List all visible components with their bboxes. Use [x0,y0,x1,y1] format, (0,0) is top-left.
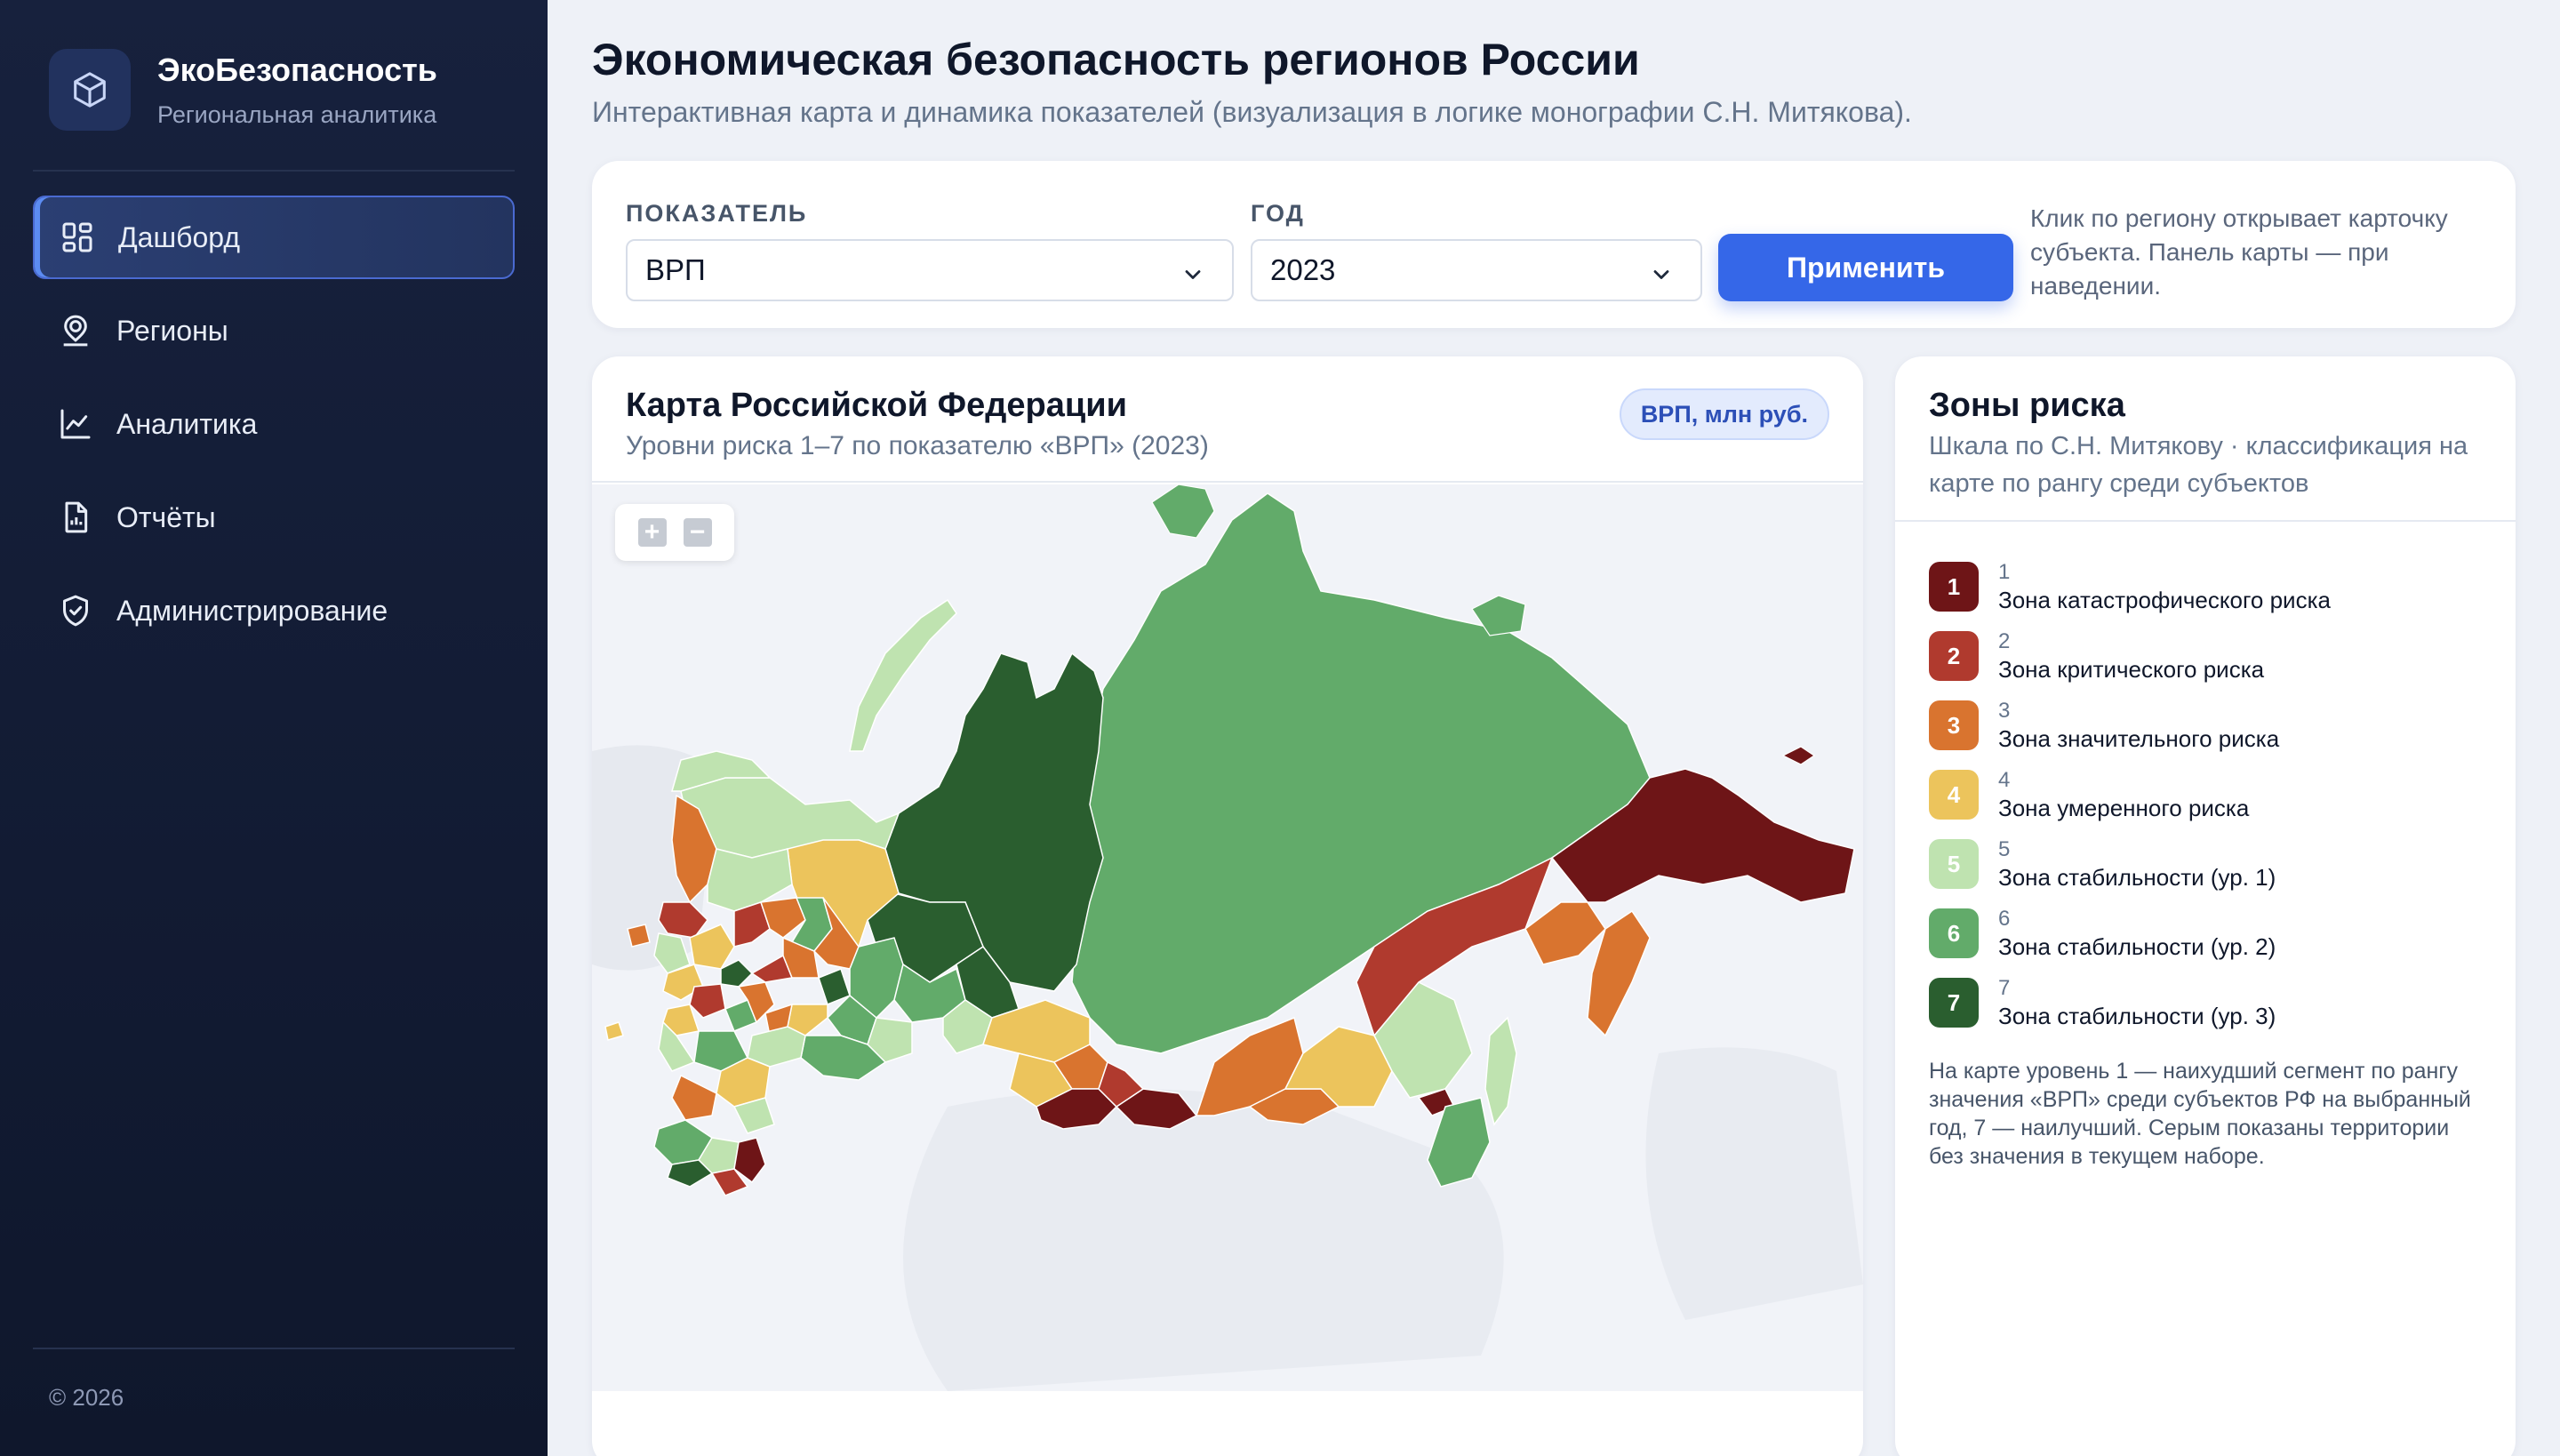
legend-card: Зоны риска Шкала по С.Н. Митякову · клас… [1895,356,2516,1456]
region-wrangel[interactable] [1781,746,1816,765]
zoom-in-button[interactable]: + [637,518,667,547]
map-title: Карта Российской Федерации [626,387,1127,424]
filters-panel: ПОКАЗАТЕЛЬ ВРП ГОД 2023 Применить Клик п… [592,161,2516,328]
app-subtitle: Региональная аналитика [157,100,437,128]
indicator-select[interactable]: ВРП [626,239,1234,301]
legend-note: На карте уровень 1 — наихудший сегмент п… [1929,1059,2471,1169]
zone-item: 4 4 Зона умеренного риска [1929,760,2480,829]
brand[interactable]: ЭкоБезопасность Региональная аналитика [49,49,437,131]
zone-item: 1 1 Зона катастрофического риска [1929,552,2480,621]
copyright: © 2026 [49,1384,124,1411]
region-franz-josef[interactable] [1151,484,1215,539]
filters-hint: Клик по региону открывает карточку субъе… [2030,204,2448,300]
year-label: ГОД [1251,200,1305,227]
apply-button[interactable]: Применить [1718,234,2013,301]
cube-icon [49,49,131,131]
shield-icon [56,591,95,630]
region-moscow[interactable] [720,959,754,988]
unit-badge: ВРП, млн руб. [1619,388,1829,440]
map-card: Карта Российской Федерации Уровни риска … [592,356,1863,1456]
zone-badge: 4 [1929,770,1979,820]
region-kaluga[interactable] [689,983,726,1019]
zone-badge: 1 [1929,562,1979,612]
region-magadan[interactable] [1524,901,1606,965]
zone-number: 5 [1998,836,2011,861]
nav-label: Аналитика [116,407,258,440]
legend-title: Зоны риска [1929,387,2125,424]
zone-item: 7 7 Зона стабильности (ур. 3) [1929,968,2480,1037]
nav-label: Отчёты [116,500,216,533]
nav-item-regions[interactable]: Регионы [33,289,515,372]
chevron-down-icon [1180,260,1205,294]
zone-name: Зона стабильности (ур. 3) [1998,1002,2276,1029]
zone-item: 5 5 Зона стабильности (ур. 1) [1929,829,2480,899]
nav-item-analytics[interactable]: Аналитика [33,382,515,466]
page-subtitle: Интерактивная карта и динамика показател… [592,96,1912,128]
zone-badge: 7 [1929,978,1979,1028]
zone-name: Зона стабильности (ур. 1) [1998,863,2276,891]
zone-number: 6 [1998,906,2011,931]
zone-badge: 3 [1929,700,1979,750]
region-central-siberia[interactable] [1071,492,1651,1054]
neighbor-land [1645,1047,1863,1320]
zone-name: Зона умеренного риска [1998,794,2250,821]
sidebar-footer-divider [33,1348,515,1349]
zone-name: Зона критического риска [1998,655,2265,683]
zone-number: 2 [1998,628,2011,653]
sidebar: ЭкоБезопасность Региональная аналитика Д… [0,0,548,1456]
zone-number: 3 [1998,698,2011,723]
map-pin-icon [56,311,95,350]
zone-list: 1 1 Зона катастрофического риска 2 2 Зона … [1929,552,2480,1037]
zone-number: 1 [1998,559,2011,584]
nav-label: Дашборд [118,220,240,253]
zone-number: 7 [1998,975,2011,1000]
neighbor-land [903,1089,1504,1391]
page-title: Экономическая безопасность регионов Росс… [592,35,1640,84]
region-kaliningrad[interactable] [627,924,651,948]
zoom-controls: + − [615,504,734,561]
region-crimea[interactable] [604,1021,624,1041]
map-svg[interactable] [592,484,1863,1391]
indicator-value: ВРП [645,253,706,286]
zone-item: 2 2 Зона критического риска [1929,621,2480,691]
chart-line-icon [56,404,95,444]
region-rostov[interactable] [671,1074,717,1121]
nav-item-dashboard[interactable]: Дашборд [33,196,515,279]
nav-label: Регионы [116,314,228,347]
russia-map[interactable]: + − [592,484,1863,1391]
region-novaya-zemlya[interactable] [849,598,957,752]
region-sakhalin[interactable] [1484,1016,1517,1126]
zone-name: Зона стабильности (ур. 2) [1998,932,2276,960]
nav-item-reports[interactable]: Отчёты [33,476,515,559]
dashboard-icon [58,218,97,257]
zone-item: 3 3 Зона значительного риска [1929,691,2480,760]
app-name: ЭкоБезопасность [157,51,437,88]
year-select[interactable]: 2023 [1251,239,1702,301]
zone-name: Зона значительного риска [1998,724,2280,752]
zone-item: 6 6 Зона стабильности (ур. 2) [1929,899,2480,968]
nav-item-admin[interactable]: Администрирование [33,569,515,652]
zone-badge: 5 [1929,839,1979,889]
sidebar-divider [33,170,515,172]
main-nav: Дашборд Регионы Аналитика Отчёты Админис… [33,196,515,662]
legend-header: Зоны риска Шкала по С.Н. Митякову · клас… [1895,356,2516,522]
chevron-down-icon [1649,260,1674,294]
region-tatarstan[interactable] [818,968,851,1005]
legend-subtitle: Шкала по С.Н. Митякову · классификация н… [1929,432,2468,498]
zoom-out-button[interactable]: − [683,518,712,547]
map-subtitle: Уровни риска 1–7 по показателю «ВРП» (20… [626,431,1209,460]
year-value: 2023 [1270,253,1336,286]
map-header: Карта Российской Федерации Уровни риска … [592,356,1863,483]
zone-number: 4 [1998,767,2011,792]
nav-label: Администрирование [116,594,388,627]
zone-badge: 2 [1929,631,1979,681]
indicator-label: ПОКАЗАТЕЛЬ [626,200,808,227]
zone-name: Зона катастрофического риска [1998,586,2331,613]
zone-badge: 6 [1929,908,1979,958]
report-icon [56,498,95,537]
